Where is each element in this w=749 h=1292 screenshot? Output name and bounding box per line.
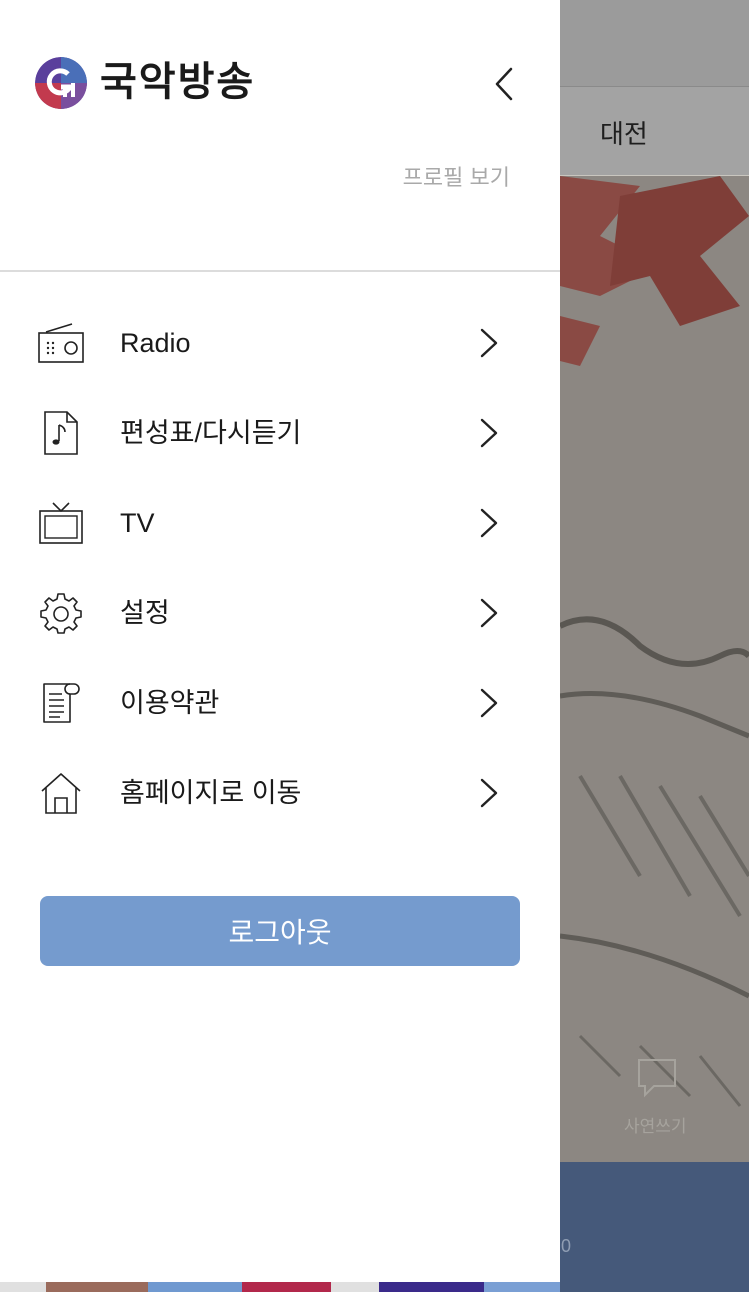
menu-item-radio[interactable]: Radio — [0, 298, 560, 388]
menu-item-label: TV — [120, 508, 155, 538]
menu-item-terms[interactable]: 이용약관 — [0, 658, 560, 748]
speech-bubble-icon — [636, 1057, 678, 1104]
background-write-label: 사연쓰기 — [624, 1117, 687, 1136]
menu-item-label: 이용약관 — [120, 688, 220, 718]
menu-item-label: 편성표/다시듣기 — [120, 418, 302, 448]
menu-item-homepage[interactable]: 홈페이지로 이동 — [0, 748, 560, 838]
background-bottom-number: 0 — [561, 1236, 572, 1256]
chevron-right-icon — [480, 598, 498, 628]
navigation-drawer: 국악방송 프로필 보기 Radio 편성표/다시듣기 TV 설정 이용약관 홈페… — [0, 0, 560, 1292]
chevron-right-icon — [480, 688, 498, 718]
home-icon — [38, 770, 84, 816]
close-drawer-button[interactable] — [484, 62, 524, 106]
brand-logo-icon — [35, 57, 87, 109]
decorative-color-strip — [0, 1282, 560, 1292]
menu-item-label: Radio — [120, 328, 191, 358]
menu-item-schedule[interactable]: 편성표/다시듣기 — [0, 388, 560, 478]
brand-name: 국악방송 — [100, 60, 256, 104]
chevron-right-icon — [480, 418, 498, 448]
gear-icon — [38, 590, 84, 636]
view-profile-link[interactable]: 프로필 보기 — [403, 160, 510, 192]
radio-icon — [38, 320, 84, 366]
chevron-right-icon — [480, 328, 498, 358]
tv-icon — [38, 500, 84, 546]
header-divider — [0, 270, 560, 272]
background-region-label: 대전 — [600, 119, 648, 149]
chevron-right-icon — [480, 778, 498, 808]
terms-scroll-icon — [38, 680, 84, 726]
menu-item-label: 설정 — [120, 598, 170, 628]
menu-item-tv[interactable]: TV — [0, 478, 560, 568]
chevron-right-icon — [480, 508, 498, 538]
menu-item-settings[interactable]: 설정 — [0, 568, 560, 658]
music-document-icon — [38, 410, 84, 456]
drawer-menu: Radio 편성표/다시듣기 TV 설정 이용약관 홈페이지로 이동 — [0, 298, 560, 838]
chevron-left-icon — [495, 67, 513, 101]
menu-item-label: 홈페이지로 이동 — [120, 778, 302, 808]
logout-button[interactable]: 로그아웃 — [40, 896, 520, 966]
